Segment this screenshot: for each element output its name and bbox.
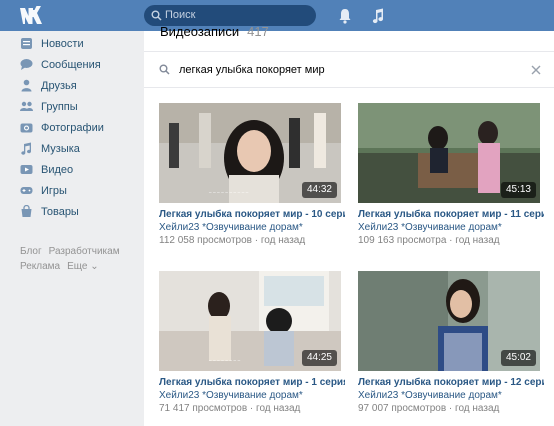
vk-logo-icon[interactable] xyxy=(19,6,45,25)
video-search-bar[interactable]: легкая улыбка покоряет мир xyxy=(144,52,554,87)
duration-badge: 44:25 xyxy=(301,350,337,366)
video-panel: Видеозаписи 417 легкая улыбка покоряет ми… xyxy=(144,24,554,426)
video-thumbnail[interactable]: _ _ _ _ _ _ _ _ 44:25 xyxy=(159,271,341,371)
video-meta: 112 058 просмотров · год назад xyxy=(159,235,306,246)
video-icon xyxy=(20,165,33,174)
games-icon xyxy=(20,187,33,194)
video-card[interactable]: 45:02 Легкая улыбка покоряет мир - 12 се… xyxy=(358,271,544,421)
developers-link[interactable]: Разработчикам xyxy=(49,246,120,257)
sidebar-item-photos[interactable]: Фотографии xyxy=(20,119,135,137)
blog-link[interactable]: Блог xyxy=(20,246,42,257)
subtitle-overlay: _ _ _ _ _ _ _ _ xyxy=(209,355,241,361)
divider xyxy=(144,87,554,88)
duration-badge: 45:13 xyxy=(500,182,536,198)
sidebar-item-music[interactable]: Музыка xyxy=(20,140,135,158)
video-author-link[interactable]: Хейли23 *Озвучивание дорам* xyxy=(358,222,502,234)
global-search-input[interactable]: Поиск xyxy=(144,5,316,26)
bell-icon[interactable] xyxy=(338,8,352,24)
sidebar-item-friends[interactable]: Друзья xyxy=(20,77,135,95)
goods-icon xyxy=(21,205,32,217)
music-icon xyxy=(21,142,31,155)
video-meta: 97 007 просмотров · год назад xyxy=(358,403,500,414)
sidebar-item-news[interactable]: Новости xyxy=(20,35,135,53)
video-author-link[interactable]: Хейли23 *Озвучивание дорам* xyxy=(358,390,502,402)
video-author-link[interactable]: Хейли23 *Озвучивание дорам* xyxy=(159,222,303,234)
sidebar-item-goods[interactable]: Товары xyxy=(20,203,135,221)
video-thumbnail[interactable]: 45:02 xyxy=(358,271,540,371)
messages-icon xyxy=(20,59,33,70)
video-title-link[interactable]: Легкая улыбка покоряет мир - 11 серия xyxy=(358,209,544,221)
sidebar-item-games[interactable]: Игры xyxy=(20,182,135,200)
sidebar-item-messages[interactable]: Сообщения xyxy=(20,56,135,74)
sidebar-footer-links-1: Блог Разработчикам xyxy=(20,245,127,258)
video-card[interactable]: 45:13 Легкая улыбка покоряет мир - 11 се… xyxy=(358,103,544,253)
page-title: Видеозаписи 417 xyxy=(160,24,269,39)
video-meta: 109 163 просмотра · год назад xyxy=(358,235,500,246)
video-card[interactable]: _ _ _ _ _ _ _ _ 44:25 Легкая улыбка поко… xyxy=(159,271,345,421)
groups-icon xyxy=(20,101,33,111)
sidebar-footer-links-2: Реклама Еще ⌄ xyxy=(20,260,106,273)
video-count: 417 xyxy=(247,24,269,39)
video-meta: 71 417 просмотров · год назад xyxy=(159,403,301,414)
news-icon xyxy=(21,38,32,49)
left-sidebar: Новости Сообщения Друзья Группы Фотограф… xyxy=(0,31,140,426)
ads-link[interactable]: Реклама xyxy=(20,261,60,272)
video-title-link[interactable]: Легкая улыбка покоряет мир - 1 серия xyxy=(159,377,345,389)
more-link[interactable]: Еще ⌄ xyxy=(67,261,99,272)
search-icon xyxy=(151,10,162,21)
duration-badge: 45:02 xyxy=(500,350,536,366)
video-author-link[interactable]: Хейли23 *Озвучивание дорам* xyxy=(159,390,303,402)
video-search-input[interactable]: легкая улыбка покоряет мир xyxy=(179,63,325,77)
video-title-link[interactable]: Легкая улыбка покоряет мир - 12 серия xyxy=(358,377,544,389)
top-header: Поиск xyxy=(0,0,554,31)
music-note-icon[interactable] xyxy=(371,8,385,24)
video-card[interactable]: _ _ _ _ _ _ _ _ _ _ 44:32 Легкая улыбка … xyxy=(159,103,345,253)
close-icon[interactable] xyxy=(531,65,541,75)
sidebar-item-groups[interactable]: Группы xyxy=(20,98,135,116)
photos-icon xyxy=(20,123,33,133)
video-title-link[interactable]: Легкая улыбка покоряет мир - 10 серия xyxy=(159,209,345,221)
video-thumbnail[interactable]: _ _ _ _ _ _ _ _ _ _ 44:32 xyxy=(159,103,341,203)
friends-icon xyxy=(21,79,32,92)
video-thumbnail[interactable]: 45:13 xyxy=(358,103,540,203)
subtitle-overlay: _ _ _ _ _ _ _ _ _ _ xyxy=(209,187,249,193)
duration-badge: 44:32 xyxy=(301,182,337,198)
search-icon xyxy=(159,64,170,75)
search-placeholder: Поиск xyxy=(165,9,196,21)
sidebar-item-video[interactable]: Видео xyxy=(20,161,135,179)
